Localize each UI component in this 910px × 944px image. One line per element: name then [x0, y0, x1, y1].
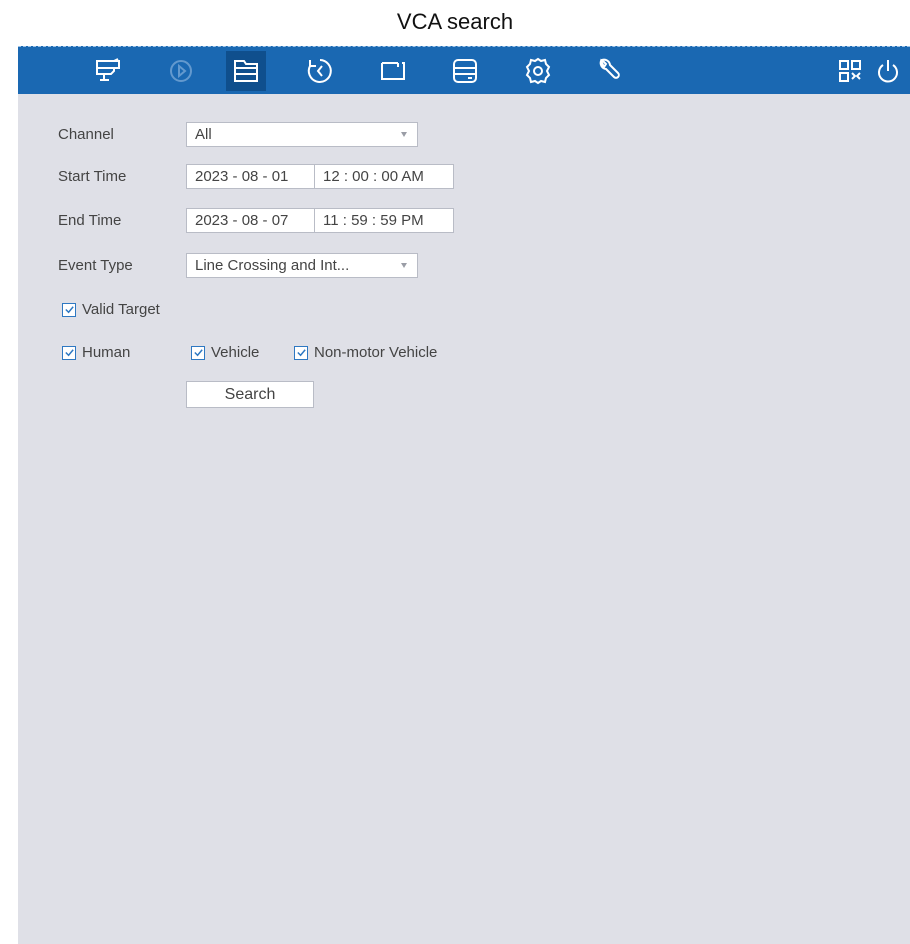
start-time-input[interactable]: 12 : 00 : 00 AM: [314, 165, 453, 188]
channel-value: All: [195, 126, 212, 143]
human-label: Human: [82, 344, 131, 361]
non-motor-vehicle-label: Non-motor Vehicle: [314, 344, 438, 361]
end-date-input[interactable]: 2023 - 08 - 07: [187, 209, 314, 232]
vehicle-checkbox[interactable]: [191, 345, 205, 360]
start-date-input[interactable]: 2023 - 08 - 01: [187, 165, 314, 188]
camera-icon[interactable]: [373, 51, 413, 91]
tools-icon[interactable]: [588, 51, 628, 91]
chevron-down-icon: [401, 263, 407, 268]
page-title: VCA search: [396, 9, 514, 34]
power-icon[interactable]: [868, 51, 908, 91]
end-time-input[interactable]: 11 : 59 : 59 PM: [314, 209, 453, 232]
event-type-select[interactable]: Line Crossing and Int...: [186, 253, 418, 278]
settings-icon[interactable]: [518, 51, 558, 91]
top-navigation-bar: [18, 46, 910, 95]
end-time-field: 2023 - 08 - 07 11 : 59 : 59 PM: [186, 208, 454, 233]
file-search-icon[interactable]: [226, 51, 266, 91]
human-checkbox[interactable]: [62, 345, 76, 360]
channel-label: Channel: [58, 126, 114, 143]
target-vehicle-option[interactable]: Vehicle: [191, 344, 259, 361]
vehicle-label: Vehicle: [211, 344, 260, 361]
non-motor-vehicle-checkbox[interactable]: [294, 345, 308, 360]
channel-select[interactable]: All: [186, 122, 418, 147]
checkmark-icon: [296, 349, 306, 357]
valid-target-checkbox[interactable]: [62, 302, 76, 317]
event-type-value: Line Crossing and Int...: [195, 257, 350, 274]
storage-icon[interactable]: [445, 51, 485, 91]
end-time-label: End Time: [58, 212, 122, 229]
checkmark-icon: [64, 349, 74, 357]
chevron-down-icon: [401, 132, 407, 137]
target-human-option[interactable]: Human: [62, 344, 130, 361]
search-button[interactable]: Search: [186, 381, 314, 408]
checkmark-icon: [64, 306, 74, 314]
qr-code-icon[interactable]: [830, 51, 870, 91]
live-view-icon[interactable]: [88, 51, 128, 91]
checkmark-icon: [193, 349, 203, 357]
event-type-label: Event Type: [58, 257, 133, 274]
vca-search-panel: Channel All Start Time 2023 - 08 - 01 12…: [18, 94, 910, 944]
valid-target-label: Valid Target: [82, 301, 160, 318]
valid-target-option[interactable]: Valid Target: [62, 301, 160, 318]
event-history-icon[interactable]: [300, 51, 340, 91]
target-non-motor-vehicle-option[interactable]: Non-motor Vehicle: [294, 344, 437, 361]
start-time-label: Start Time: [58, 168, 127, 185]
start-time-field: 2023 - 08 - 01 12 : 00 : 00 AM: [186, 164, 454, 189]
playback-icon[interactable]: [161, 51, 201, 91]
